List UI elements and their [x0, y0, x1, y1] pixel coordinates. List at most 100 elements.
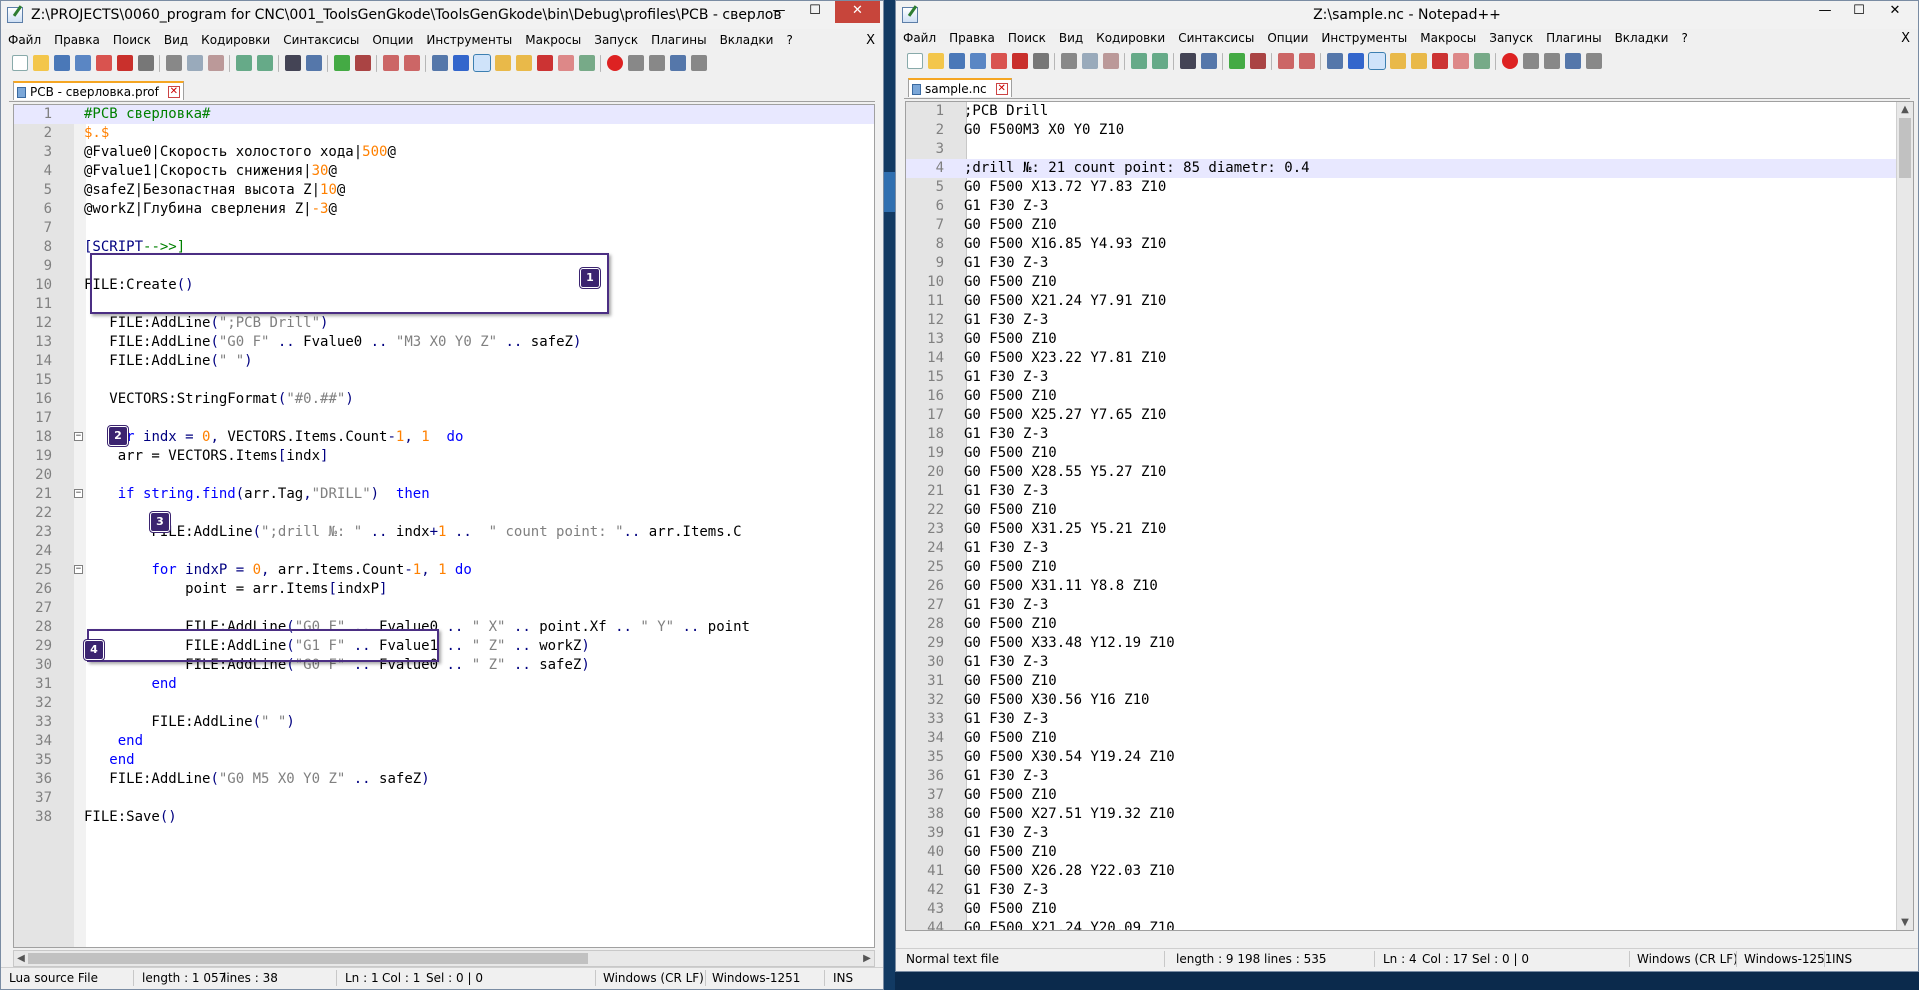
text-line[interactable]: 33 G1 F30 Z-3 — [906, 710, 1913, 729]
code-line[interactable]: 37 — [14, 789, 874, 808]
scroll-down-icon[interactable]: ▼ — [1898, 915, 1912, 930]
code-line[interactable]: 13 FILE:AddLine("G0 F" .. Fvalue0 .. "M3… — [14, 333, 874, 352]
text-line[interactable]: 17 G0 F500 X25.27 Y7.65 Z10 — [906, 406, 1913, 425]
text-line[interactable]: 20 G0 F500 X28.55 Y5.27 Z10 — [906, 463, 1913, 482]
text-line[interactable]: 10 G0 F500 Z10 — [906, 273, 1913, 292]
fold-toggle-icon[interactable]: − — [74, 489, 83, 498]
doc-map-icon[interactable] — [579, 55, 595, 71]
minimize-button[interactable]: — — [762, 1, 796, 23]
text-line[interactable]: 2 G0 F500M3 X0 Y0 Z10 — [906, 121, 1913, 140]
replace-icon[interactable] — [306, 55, 322, 71]
text-line[interactable]: 35 G0 F500 X30.54 Y19.24 Z10 — [906, 748, 1913, 767]
text-line[interactable]: 14 G0 F500 X23.22 Y7.81 Z10 — [906, 349, 1913, 368]
zoom-in-icon[interactable] — [1229, 53, 1245, 69]
folder-workspace-icon[interactable] — [558, 55, 574, 71]
menu-edit[interactable]: Правка — [47, 31, 106, 47]
code-line[interactable]: 15 — [14, 371, 874, 390]
menu-settings[interactable]: Опции — [365, 31, 419, 47]
word-wrap-icon[interactable] — [432, 55, 448, 71]
udl-icon[interactable] — [1411, 53, 1427, 69]
text-line[interactable]: 7 G0 F500 Z10 — [906, 216, 1913, 235]
code-line[interactable]: 4 @Fvalue1|Скорость снижения|30@ — [14, 162, 874, 181]
close-document-button[interactable]: X — [1901, 31, 1910, 46]
word-wrap-icon[interactable] — [1327, 53, 1343, 69]
run-macro-multiple-icon[interactable] — [670, 55, 686, 71]
text-line[interactable]: 29 G0 F500 X33.48 Y12.19 Z10 — [906, 634, 1913, 653]
code-line[interactable]: 12 FILE:AddLine(";PCB Drill") — [14, 314, 874, 333]
indent-guide-icon[interactable] — [473, 54, 491, 72]
scroll-left-icon[interactable]: ◀ — [14, 951, 28, 966]
text-line[interactable]: 42 G1 F30 Z-3 — [906, 881, 1913, 900]
open-file-icon[interactable] — [33, 55, 49, 71]
code-line[interactable]: 6 @workZ|Глубина сверления Z|-3@ — [14, 200, 874, 219]
code-line[interactable]: 35 end — [14, 751, 874, 770]
print-icon[interactable] — [138, 55, 154, 71]
tab-pcb-drill-profile[interactable]: PCB - сверловка.prof ✕ — [13, 81, 184, 100]
save-icon[interactable] — [54, 55, 70, 71]
fold-toggle-icon[interactable]: − — [74, 432, 83, 441]
text-line[interactable]: 30 G1 F30 Z-3 — [906, 653, 1913, 672]
text-line[interactable]: 27 G1 F30 Z-3 — [906, 596, 1913, 615]
maximize-button[interactable]: ☐ — [798, 1, 832, 23]
menu-file[interactable]: Файл — [896, 29, 942, 45]
print-icon[interactable] — [1033, 53, 1049, 69]
desktop-icon[interactable] — [884, 172, 895, 212]
minimize-button[interactable]: — — [1808, 1, 1842, 23]
code-line[interactable]: 23 FILE:AddLine(";drill №: " .. indx+1 .… — [14, 523, 874, 542]
text-line[interactable]: 24 G1 F30 Z-3 — [906, 539, 1913, 558]
function-list-icon[interactable] — [537, 55, 553, 71]
menu-language[interactable]: Синтаксисы — [1171, 29, 1260, 45]
text-line[interactable]: 40 G0 F500 Z10 — [906, 843, 1913, 862]
text-line[interactable]: 37 G0 F500 Z10 — [906, 786, 1913, 805]
tab-close-icon[interactable]: ✕ — [167, 86, 180, 98]
code-line[interactable]: 38 FILE:Save() — [14, 808, 874, 827]
close-button[interactable]: ✕ — [1878, 1, 1912, 23]
code-line[interactable]: 34 end — [14, 732, 874, 751]
code-line[interactable]: 14 FILE:AddLine(" ") — [14, 352, 874, 371]
vertical-scrollbar[interactable]: ▲ ▼ — [1896, 102, 1913, 930]
text-line[interactable]: 4 ;drill №: 21 count point: 85 diametr: 0… — [906, 159, 1913, 178]
paste-icon[interactable] — [1103, 53, 1119, 69]
doc-map-icon[interactable] — [1474, 53, 1490, 69]
paste-icon[interactable] — [208, 55, 224, 71]
code-line[interactable]: 33 FILE:AddLine(" ") — [14, 713, 874, 732]
text-line[interactable]: 44 G0 F500 X21.24 Y20.09 Z10 — [906, 919, 1913, 930]
menu-plugins[interactable]: Плагины — [1539, 29, 1607, 45]
text-line[interactable]: 28 G0 F500 Z10 — [906, 615, 1913, 634]
save-all-icon[interactable] — [970, 53, 986, 69]
text-line[interactable]: 23 G0 F500 X31.25 Y5.21 Z10 — [906, 520, 1913, 539]
text-line[interactable]: 5 G0 F500 X13.72 Y7.83 Z10 — [906, 178, 1913, 197]
sync-vertical-icon[interactable] — [1278, 53, 1294, 69]
new-file-icon[interactable] — [907, 53, 923, 69]
scroll-up-icon[interactable]: ▲ — [1898, 102, 1912, 117]
text-line[interactable]: 41 G0 F500 X26.28 Y22.03 Z10 — [906, 862, 1913, 881]
text-line[interactable]: 6 G1 F30 Z-3 — [906, 197, 1913, 216]
code-line[interactable]: 22 — [14, 504, 874, 523]
folder-workspace-icon[interactable] — [1453, 53, 1469, 69]
show-all-chars-icon[interactable] — [1348, 53, 1364, 69]
play-macro-icon[interactable] — [649, 55, 665, 71]
zoom-out-icon[interactable] — [1250, 53, 1266, 69]
language-icon[interactable] — [495, 55, 511, 71]
code-line[interactable]: 20 — [14, 466, 874, 485]
scroll-right-icon[interactable]: ▶ — [860, 951, 874, 966]
text-line[interactable]: 13 G0 F500 Z10 — [906, 330, 1913, 349]
close-file-icon[interactable] — [96, 55, 112, 71]
horizontal-scrollbar[interactable]: ◀ ▶ — [13, 950, 875, 967]
redo-icon[interactable] — [1152, 53, 1168, 69]
text-line[interactable]: 22 G0 F500 Z10 — [906, 501, 1913, 520]
new-file-icon[interactable] — [12, 55, 28, 71]
open-file-icon[interactable] — [928, 53, 944, 69]
menu-help[interactable]: ? — [779, 31, 798, 47]
text-line[interactable]: 34 G0 F500 Z10 — [906, 729, 1913, 748]
menu-encoding[interactable]: Кодировки — [194, 31, 276, 47]
text-line[interactable]: 16 G0 F500 Z10 — [906, 387, 1913, 406]
stop-macro-icon[interactable] — [1523, 53, 1539, 69]
menu-language[interactable]: Синтаксисы — [276, 31, 365, 47]
show-all-chars-icon[interactable] — [453, 55, 469, 71]
menu-tools[interactable]: Инструменты — [419, 31, 518, 47]
cut-icon[interactable] — [166, 55, 182, 71]
sync-vertical-icon[interactable] — [383, 55, 399, 71]
close-all-icon[interactable] — [117, 55, 133, 71]
zoom-in-icon[interactable] — [334, 55, 350, 71]
